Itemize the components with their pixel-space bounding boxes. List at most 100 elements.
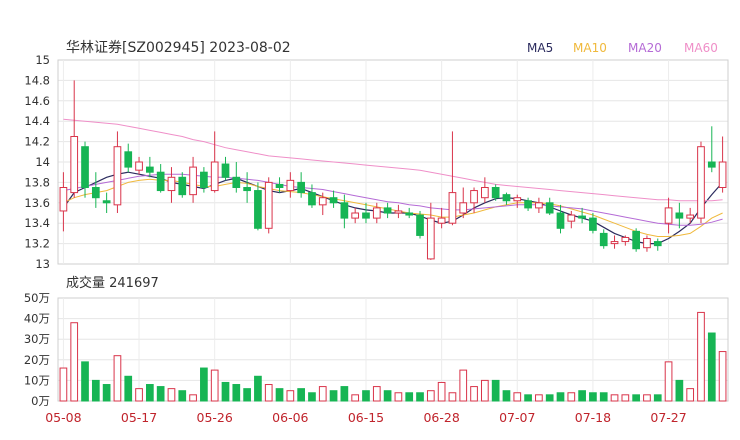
- candle: [610, 235, 619, 249]
- volume-bar: [426, 390, 435, 402]
- stock-chart: 华林证券[SZ002945] 2023-08-02 MA5 MA10 MA20 MA6…: [24, 40, 729, 425]
- price-y-tick: 14.6: [24, 94, 50, 108]
- candle-body: [362, 212, 370, 219]
- candle-body: [481, 187, 489, 199]
- volume-panel: 50万 40万 30万 20万 10万 0万: [24, 291, 729, 408]
- candle: [437, 207, 446, 229]
- volume-bar: [91, 379, 100, 402]
- candle-body: [556, 212, 565, 229]
- candle: [718, 136, 727, 193]
- candle-body: [210, 161, 219, 192]
- chart-title: 华林证券[SZ002945] 2023-08-02: [66, 40, 291, 56]
- candle-body: [524, 200, 532, 209]
- volume-bar: [621, 394, 630, 402]
- volume-bar: [59, 367, 68, 402]
- x-tick-label: 07-18: [575, 410, 611, 425]
- volume-bar: [124, 375, 133, 402]
- volume-bar: [697, 311, 705, 402]
- volume-bar: [167, 388, 176, 402]
- candle: [210, 131, 219, 193]
- volume-bar: [556, 392, 565, 402]
- price-panel: 15 14.8 14.6 14.4 14.2 14 13.8 13.6 13.4 13.2 13: [24, 53, 729, 271]
- volume-bar: [643, 394, 651, 402]
- legend-ma20: MA20: [628, 41, 662, 55]
- candle: [351, 207, 360, 224]
- volume-title: 成交量 241697: [66, 275, 159, 291]
- candle: [146, 156, 154, 178]
- candle: [632, 228, 640, 252]
- candle: [254, 182, 262, 231]
- candle-body: [102, 200, 111, 204]
- volume-bar: [686, 388, 695, 402]
- candle-body: [426, 217, 435, 260]
- volume-bar: [351, 394, 360, 402]
- candle: [329, 190, 338, 208]
- volume-y-tick: 20万: [24, 353, 50, 367]
- volume-bar: [275, 388, 284, 402]
- candle: [189, 156, 197, 203]
- volume-bar: [81, 361, 89, 402]
- candle-body: [643, 238, 651, 249]
- price-y-tick: 13.4: [24, 216, 50, 230]
- price-y-tick: 15: [35, 53, 50, 67]
- volume-bar: [567, 392, 576, 402]
- volume-bars: [59, 311, 727, 402]
- volume-bar: [308, 392, 316, 402]
- volume-y-tick: 40万: [24, 312, 50, 326]
- x-tick-label: 05-26: [197, 410, 233, 425]
- volume-bar: [459, 369, 468, 402]
- legend-ma60: MA60: [684, 41, 718, 55]
- price-y-tick: 13: [35, 257, 50, 271]
- candle-body: [697, 146, 705, 219]
- volume-bar: [200, 367, 208, 402]
- candle-body: [707, 161, 716, 168]
- candle: [426, 202, 435, 260]
- volume-y-axis: 50万 40万 30万 20万 10万 0万: [24, 291, 50, 408]
- volume-bar: [340, 386, 349, 402]
- volume-bar: [383, 390, 392, 402]
- candle-body: [275, 183, 284, 189]
- candle-body: [135, 161, 143, 171]
- volume-y-tick: 0万: [31, 394, 50, 408]
- candle: [59, 172, 68, 232]
- candlesticks: [59, 80, 727, 260]
- legend: MA5 MA10 MA20 MA60: [527, 41, 718, 55]
- volume-bar: [178, 390, 187, 402]
- volume-bar: [664, 361, 673, 402]
- candle: [113, 131, 122, 213]
- candle: [513, 194, 522, 208]
- candle-body: [653, 241, 662, 247]
- price-y-tick: 13.2: [24, 237, 50, 251]
- candle-body: [232, 176, 241, 189]
- candle: [383, 202, 392, 219]
- candle-body: [372, 207, 381, 219]
- volume-bar: [146, 384, 154, 402]
- candle-body: [59, 187, 68, 212]
- volume-bar: [707, 332, 716, 402]
- candle-body: [621, 236, 630, 243]
- volume-bar: [653, 394, 662, 402]
- candle: [405, 207, 414, 219]
- volume-bar: [286, 390, 295, 402]
- candle-body: [491, 187, 500, 199]
- candle-body: [405, 212, 414, 216]
- candle: [481, 177, 489, 203]
- candle: [167, 167, 176, 203]
- candle: [286, 172, 295, 198]
- volume-bar: [372, 386, 381, 402]
- price-y-tick: 13.8: [24, 175, 50, 189]
- candle-body: [243, 187, 251, 192]
- volume-bar: [470, 386, 478, 402]
- volume-bar: [448, 392, 457, 402]
- candle-body: [351, 212, 360, 219]
- x-tick-label: 06-06: [272, 410, 308, 425]
- candle-body: [513, 197, 522, 202]
- candle-body: [718, 161, 727, 188]
- x-tick-label: 06-28: [423, 410, 459, 425]
- candle: [135, 156, 143, 175]
- candle-body: [502, 194, 511, 202]
- volume-bar: [524, 394, 532, 402]
- volume-grid: [57, 297, 729, 402]
- candle-body: [394, 210, 403, 214]
- volume-bar: [491, 379, 500, 402]
